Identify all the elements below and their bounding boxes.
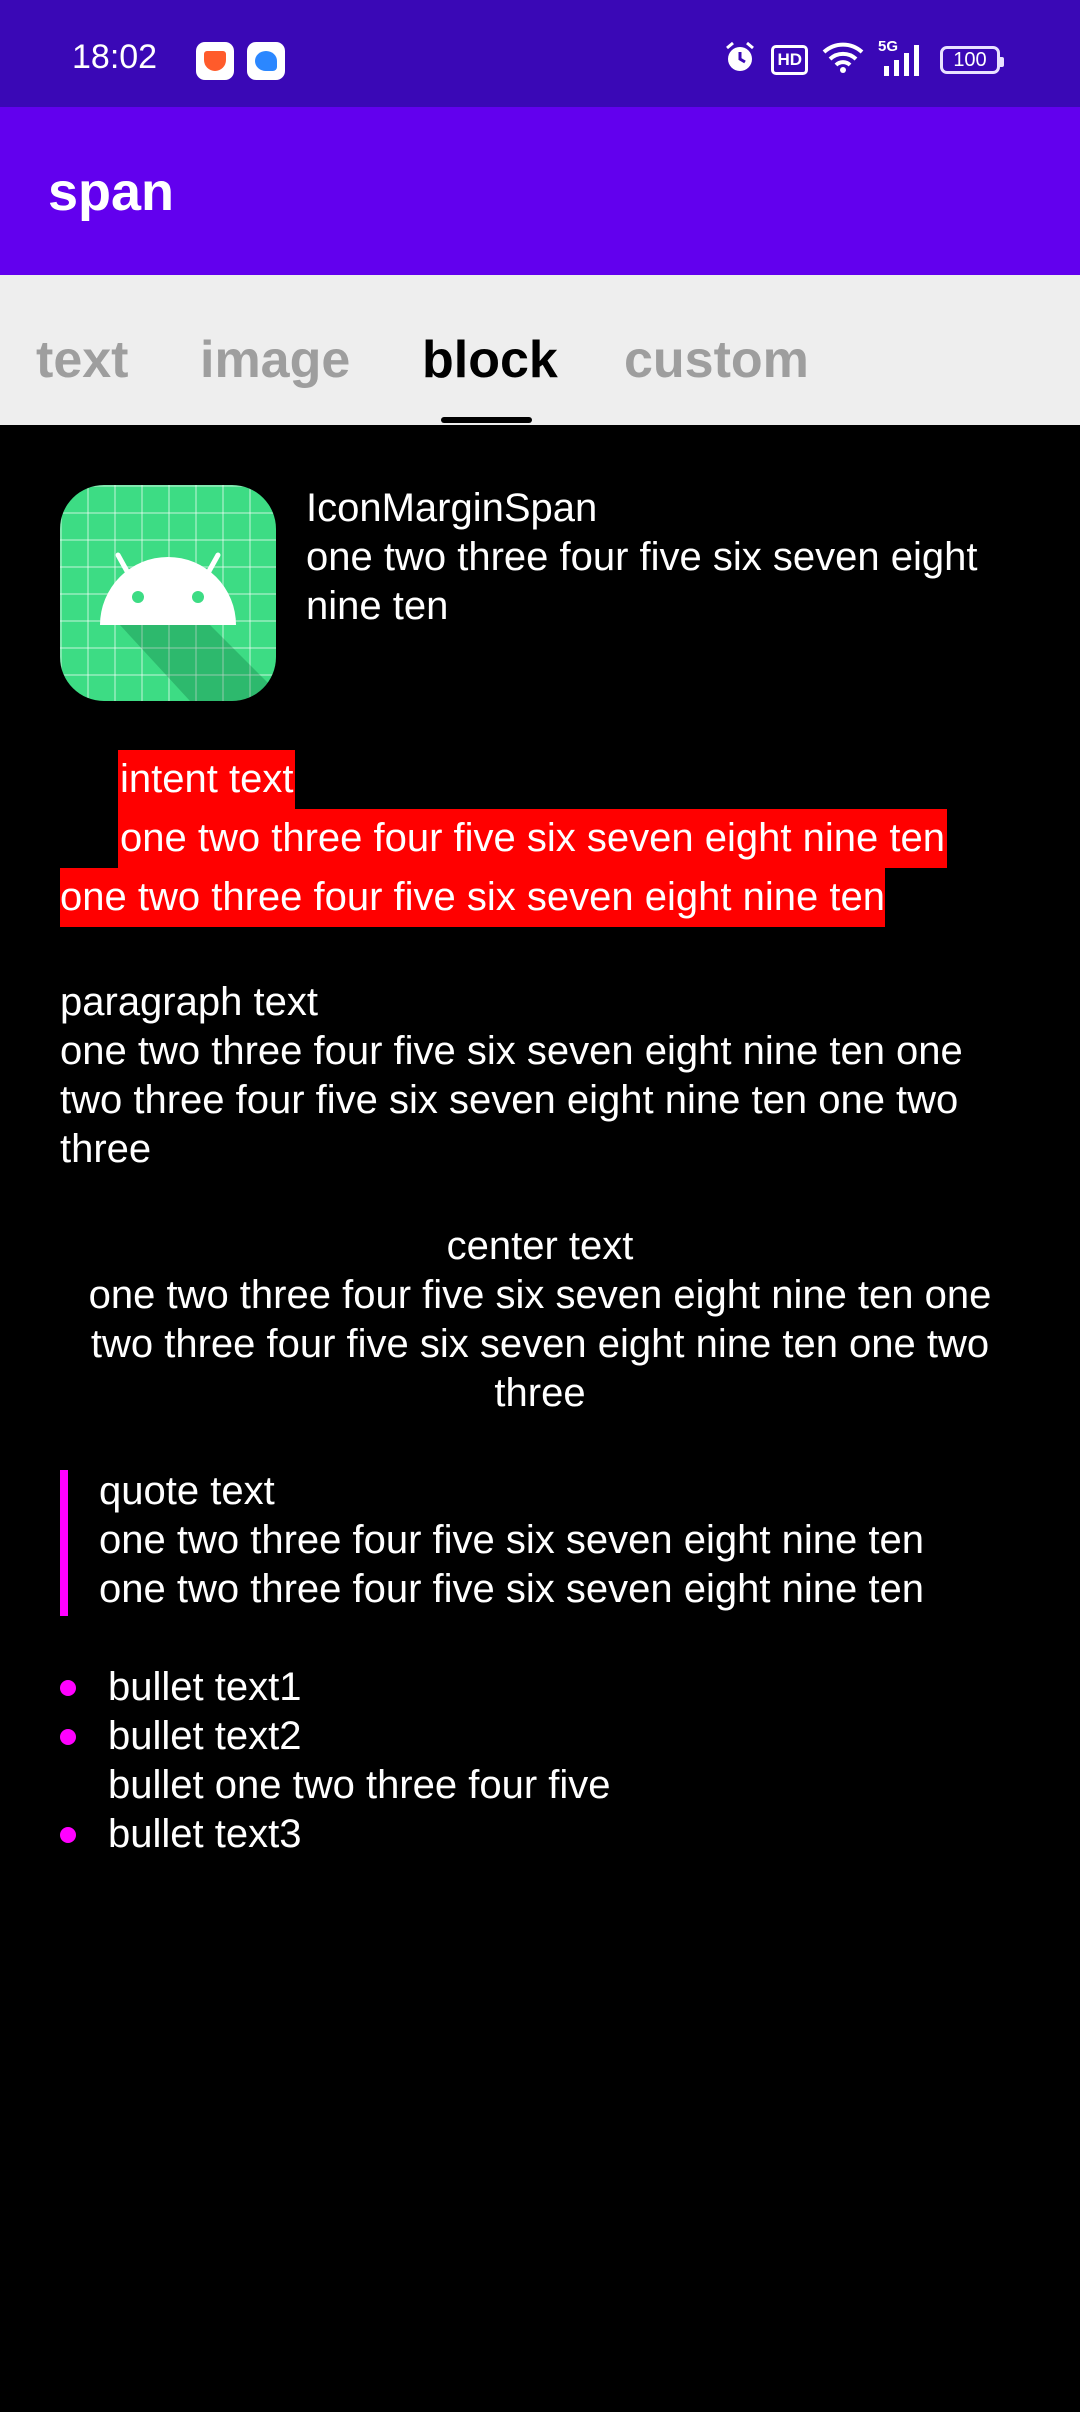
center-block: center text one two three four five six … — [60, 1222, 1020, 1418]
icon-margin-body: one two three four five six seven eight … — [306, 535, 978, 628]
tab-image[interactable]: image — [200, 275, 350, 425]
app-title: span — [48, 162, 175, 222]
paragraph-body: one two three four five six seven eight … — [60, 1029, 963, 1171]
icon-margin-span-text: IconMarginSpan one two three four five s… — [306, 484, 1026, 631]
center-title: center text — [446, 1224, 634, 1268]
bullet-text: bullet text3 — [108, 1812, 302, 1856]
quote-line: one two three four five six seven eight … — [99, 1518, 924, 1562]
list-item: bullet text1 — [60, 1663, 960, 1712]
tab-custom[interactable]: custom — [624, 275, 809, 425]
indent-line: one two three four five six seven eight … — [118, 809, 947, 868]
app-notification-icon — [247, 42, 285, 80]
bullet-dot — [60, 1827, 76, 1843]
quote-block: quote text one two three four five six s… — [99, 1467, 1039, 1614]
quote-title: quote text — [99, 1469, 275, 1513]
bullet-dot — [60, 1729, 76, 1745]
status-time: 18:02 — [72, 38, 158, 76]
center-body: one two three four five six seven eight … — [88, 1273, 992, 1415]
indent-title: intent text — [118, 750, 296, 809]
paragraph-block: paragraph text one two three four five s… — [60, 978, 1020, 1174]
status-bar: 18:02 HD 5G 100 — [0, 0, 1080, 107]
list-item: bullet text2 — [60, 1712, 960, 1761]
bullet-text: bullet text1 — [108, 1665, 302, 1709]
hd-icon: HD — [771, 45, 808, 75]
icon-margin-title: IconMarginSpan — [306, 486, 598, 530]
quote-line: one two three four five six seven eight … — [99, 1567, 924, 1611]
android-launcher-icon — [60, 485, 276, 701]
list-item: bullet one two three four five — [60, 1761, 960, 1810]
tab-indicator — [441, 417, 532, 423]
app-notification-icon — [196, 42, 234, 80]
alarm-icon — [723, 40, 757, 81]
bullet-dot — [60, 1680, 76, 1696]
tab-block[interactable]: block — [422, 275, 558, 425]
battery-icon: 100 — [940, 46, 1004, 74]
wifi-icon — [822, 40, 864, 81]
bullet-text: bullet one two three four five — [108, 1763, 611, 1807]
tab-text[interactable]: text — [36, 275, 128, 425]
indent-span-block: intent text one two three four five six … — [60, 750, 1060, 927]
tab-bar: text image block custom — [0, 275, 1080, 425]
indent-line: one two three four five six seven eight … — [60, 868, 885, 927]
list-item: bullet text3 — [60, 1810, 960, 1859]
bullet-text: bullet text2 — [108, 1714, 302, 1758]
app-bar: span — [0, 107, 1080, 275]
status-icons: HD 5G 100 — [723, 38, 1004, 81]
signal-5g-icon: 5G — [878, 38, 926, 78]
paragraph-title: paragraph text — [60, 980, 318, 1024]
quote-bar — [60, 1470, 68, 1616]
bullet-list: bullet text1 bullet text2 bullet one two… — [60, 1663, 960, 1859]
